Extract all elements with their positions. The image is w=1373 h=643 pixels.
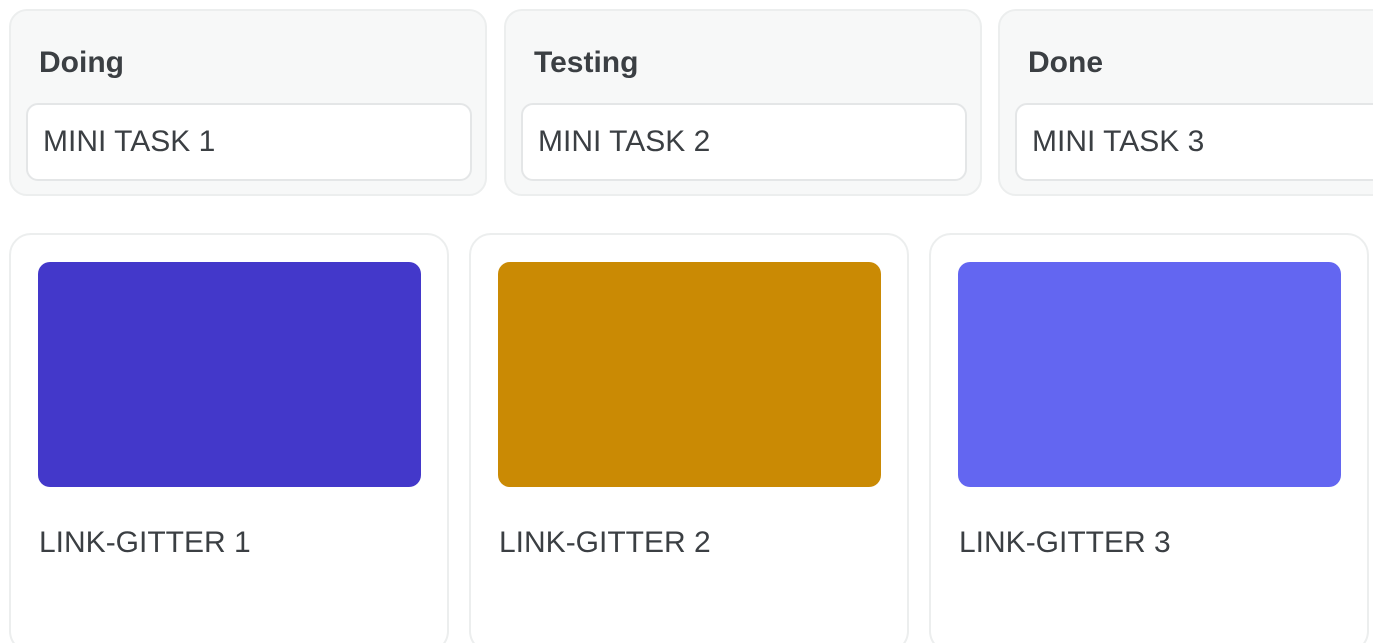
- color-swatch: [38, 262, 421, 487]
- board: Doing MINI TASK 1 Testing MINI TASK 2 Do…: [0, 0, 1373, 643]
- task-card[interactable]: MINI TASK 2: [521, 103, 967, 181]
- link-card-label: LINK-GITTER 3: [959, 526, 1171, 559]
- column-title: Done: [1028, 46, 1103, 79]
- link-card-3[interactable]: LINK-GITTER 3: [929, 233, 1369, 643]
- column-title: Testing: [534, 46, 639, 79]
- task-label: MINI TASK 1: [43, 125, 216, 158]
- column-doing: Doing MINI TASK 1: [9, 9, 487, 196]
- task-label: MINI TASK 2: [538, 125, 711, 158]
- task-card[interactable]: MINI TASK 1: [26, 103, 472, 181]
- link-card-label: LINK-GITTER 1: [39, 526, 251, 559]
- link-card-1[interactable]: LINK-GITTER 1: [9, 233, 449, 643]
- column-done: Done MINI TASK 3: [998, 9, 1373, 196]
- color-swatch: [958, 262, 1341, 487]
- color-swatch: [498, 262, 881, 487]
- link-card-label: LINK-GITTER 2: [499, 526, 711, 559]
- task-label: MINI TASK 3: [1032, 125, 1205, 158]
- column-title: Doing: [39, 46, 124, 79]
- link-card-2[interactable]: LINK-GITTER 2: [469, 233, 909, 643]
- task-card[interactable]: MINI TASK 3: [1015, 103, 1373, 181]
- column-testing: Testing MINI TASK 2: [504, 9, 982, 196]
